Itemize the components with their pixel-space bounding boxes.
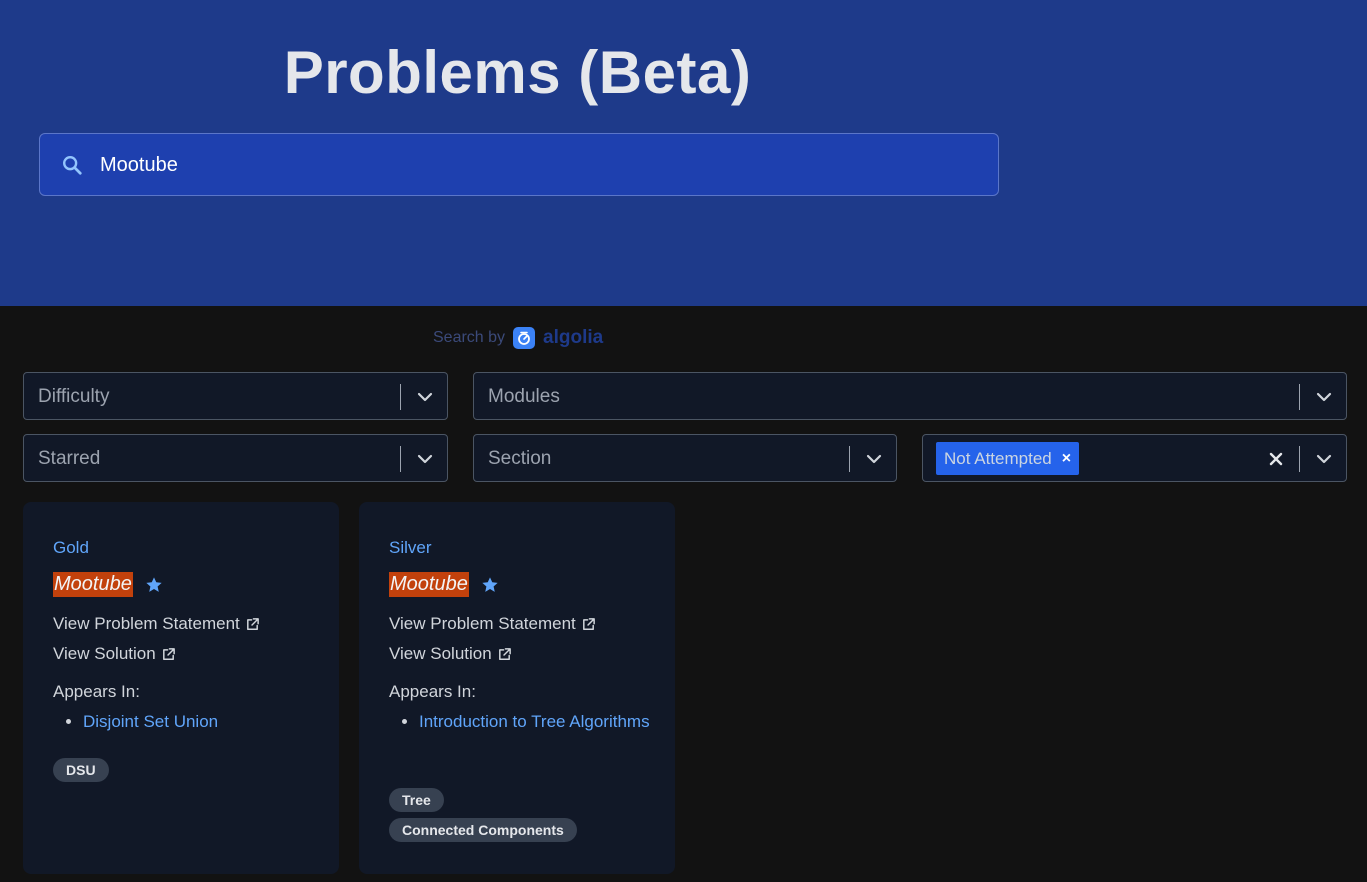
select-separator bbox=[849, 446, 850, 472]
starred-select[interactable]: Starred bbox=[23, 434, 448, 482]
select-separator bbox=[400, 384, 401, 410]
chevron-down-icon[interactable] bbox=[864, 449, 884, 469]
problem-title-row: Mootube bbox=[53, 572, 163, 597]
star-icon[interactable] bbox=[145, 576, 163, 594]
search-by-algolia[interactable]: Search by algolia bbox=[433, 326, 603, 350]
difficulty-label: Silver bbox=[389, 538, 432, 557]
star-icon[interactable] bbox=[481, 576, 499, 594]
view-problem-statement-link[interactable]: View Problem Statement bbox=[389, 614, 596, 634]
view-problem-statement-label: View Problem Statement bbox=[389, 614, 576, 633]
chevron-down-icon[interactable] bbox=[415, 449, 435, 469]
difficulty-select[interactable]: Difficulty bbox=[23, 372, 448, 420]
difficulty-label: Gold bbox=[53, 538, 89, 557]
search-input[interactable] bbox=[100, 144, 980, 186]
chevron-down-icon[interactable] bbox=[1314, 387, 1334, 407]
problem-card: Silver Mootube View Problem Statement Vi… bbox=[359, 502, 675, 874]
status-select[interactable]: Not Attempted × bbox=[922, 434, 1347, 482]
module-link[interactable]: Introduction to Tree Algorithms bbox=[419, 707, 659, 737]
status-chip: Not Attempted × bbox=[936, 442, 1080, 475]
appears-in-list: Disjoint Set Union bbox=[83, 707, 323, 737]
search-box[interactable] bbox=[39, 133, 999, 196]
appears-in-label: Appears In: bbox=[53, 682, 140, 701]
search-icon bbox=[63, 156, 82, 175]
problem-title-row: Mootube bbox=[389, 572, 499, 597]
external-link-icon bbox=[498, 647, 511, 660]
chevron-down-icon[interactable] bbox=[1314, 449, 1334, 469]
starred-placeholder: Starred bbox=[38, 448, 101, 469]
problem-title: Mootube bbox=[53, 572, 133, 597]
status-chip-label: Not Attempted bbox=[944, 448, 1052, 468]
tag-badge: DSU bbox=[53, 758, 109, 782]
modules-placeholder: Modules bbox=[488, 386, 560, 407]
close-icon[interactable] bbox=[1266, 449, 1286, 469]
problem-title: Mootube bbox=[389, 572, 469, 597]
external-link-icon bbox=[246, 617, 259, 630]
algolia-brand: algolia bbox=[543, 327, 604, 348]
view-problem-statement-link[interactable]: View Problem Statement bbox=[53, 614, 260, 634]
select-separator bbox=[400, 446, 401, 472]
difficulty-placeholder: Difficulty bbox=[38, 386, 110, 407]
external-link-icon bbox=[582, 617, 595, 630]
hero-banner: Problems (Beta) bbox=[0, 0, 1367, 306]
problem-card: Gold Mootube View Problem Statement View… bbox=[23, 502, 339, 874]
modules-select[interactable]: Modules bbox=[473, 372, 1347, 420]
view-solution-link[interactable]: View Solution bbox=[53, 644, 176, 664]
search-by-label: Search by bbox=[433, 329, 506, 346]
select-separator bbox=[1299, 446, 1300, 472]
section-placeholder: Section bbox=[488, 448, 552, 469]
view-solution-label: View Solution bbox=[389, 644, 492, 663]
module-link[interactable]: Disjoint Set Union bbox=[83, 707, 323, 737]
select-separator bbox=[1299, 384, 1300, 410]
appears-in-label: Appears In: bbox=[389, 682, 476, 701]
tag-badge: Connected Components bbox=[389, 818, 577, 842]
view-problem-statement-label: View Problem Statement bbox=[53, 614, 240, 633]
tag-badge: Tree bbox=[389, 788, 444, 812]
view-solution-label: View Solution bbox=[53, 644, 156, 663]
chip-remove-icon[interactable]: × bbox=[1062, 450, 1071, 468]
page-title: Problems (Beta) bbox=[283, 39, 752, 106]
appears-in-list: Introduction to Tree Algorithms bbox=[419, 707, 659, 737]
view-solution-link[interactable]: View Solution bbox=[389, 644, 512, 664]
chevron-down-icon[interactable] bbox=[415, 387, 435, 407]
external-link-icon bbox=[162, 647, 175, 660]
section-select[interactable]: Section bbox=[473, 434, 897, 482]
algolia-logo-icon bbox=[513, 327, 536, 349]
